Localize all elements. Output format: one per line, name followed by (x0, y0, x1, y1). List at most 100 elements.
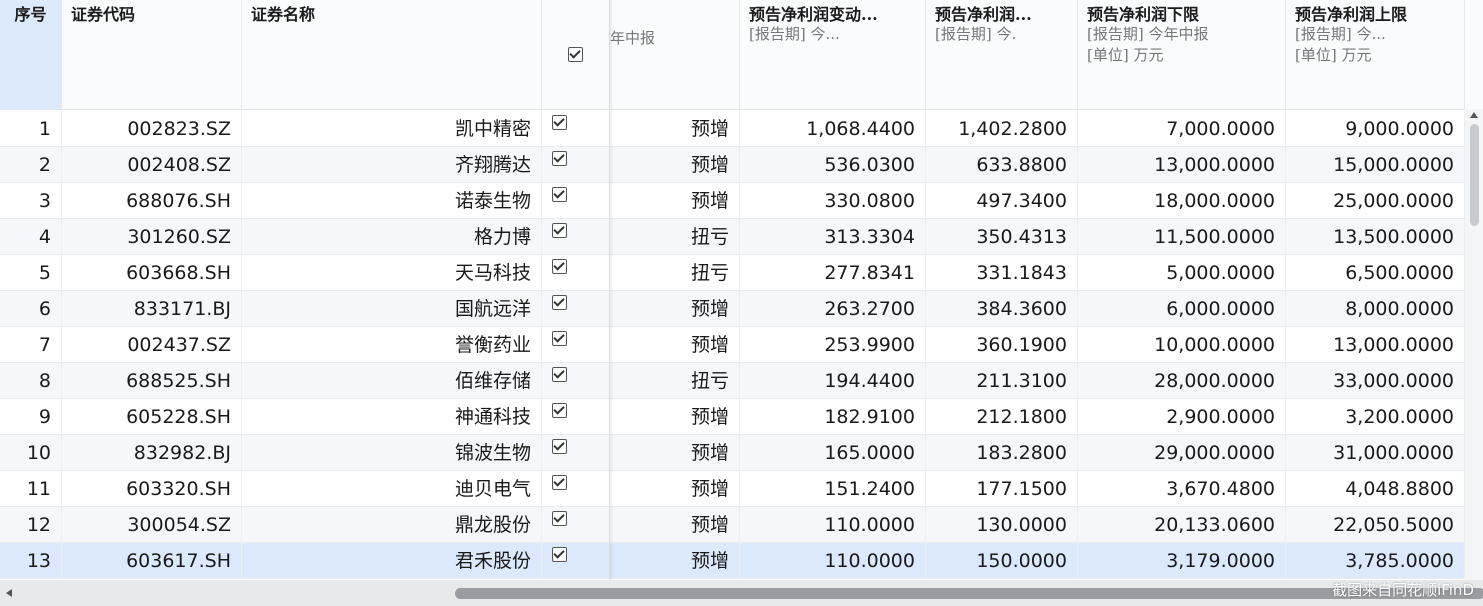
header-code[interactable]: 证券代码 (62, 0, 242, 109)
row-checkbox[interactable] (542, 399, 610, 434)
checkbox-checked-icon[interactable] (552, 367, 567, 382)
cell-net-profit-change: 110.0000 (740, 507, 926, 542)
cell-name: 天马科技 (242, 255, 542, 290)
cell-net-profit-upper: 31,000.0000 (1286, 435, 1465, 470)
checkbox-checked-icon[interactable] (552, 475, 567, 490)
cell-name: 格力博 (242, 219, 542, 254)
checkbox-checked-icon[interactable] (552, 511, 567, 526)
table-row[interactable]: 6 833171.BJ 国航远洋 预增 263.2700 384.3600 6,… (0, 291, 1465, 327)
header-forecast-type[interactable]: 年中报 (610, 0, 740, 109)
row-checkbox[interactable] (542, 471, 610, 506)
header-select-all-checkbox[interactable] (542, 0, 610, 109)
table-row[interactable]: 7 002437.SZ 誉衡药业 预增 253.9900 360.1900 10… (0, 327, 1465, 363)
checkbox-checked-icon[interactable] (552, 115, 567, 130)
cell-seq: 12 (0, 507, 62, 542)
cell-forecast-type: 预增 (610, 327, 740, 362)
table-row[interactable]: 5 603668.SH 天马科技 扭亏 277.8341 331.1843 5,… (0, 255, 1465, 291)
cell-name: 迪贝电气 (242, 471, 542, 506)
row-checkbox[interactable] (542, 219, 610, 254)
cell-net-profit-change: 277.8341 (740, 255, 926, 290)
scroll-left-arrow-icon[interactable] (6, 589, 12, 597)
cell-seq: 8 (0, 363, 62, 398)
cell-forecast-type: 扭亏 (610, 219, 740, 254)
cell-net-profit: 177.1500 (926, 471, 1078, 506)
checkbox-checked-icon[interactable] (552, 331, 567, 346)
horizontal-scroll-thumb[interactable] (455, 588, 1483, 599)
cell-net-profit: 384.3600 (926, 291, 1078, 326)
row-checkbox[interactable] (542, 147, 610, 182)
cell-net-profit-upper: 13,500.0000 (1286, 219, 1465, 254)
cell-net-profit: 331.1843 (926, 255, 1078, 290)
header-name[interactable]: 证券名称 (242, 0, 542, 109)
cell-forecast-type: 预增 (610, 291, 740, 326)
row-checkbox[interactable] (542, 255, 610, 290)
table-row[interactable]: 11 603320.SH 迪贝电气 预增 151.2400 177.1500 3… (0, 471, 1465, 507)
cell-code: 603617.SH (62, 543, 242, 578)
table-row[interactable]: 10 832982.BJ 锦波生物 预增 165.0000 183.2800 2… (0, 435, 1465, 471)
checkbox-checked-icon[interactable] (552, 439, 567, 454)
table-row[interactable]: 13 603617.SH 君禾股份 预增 110.0000 150.0000 3… (0, 543, 1465, 579)
cell-code: 832982.BJ (62, 435, 242, 470)
checkbox-checked-icon[interactable] (552, 223, 567, 238)
horizontal-scrollbar[interactable] (0, 580, 1483, 606)
cell-code: 688076.SH (62, 183, 242, 218)
cell-net-profit-lower: 13,000.0000 (1078, 147, 1286, 182)
cell-net-profit: 633.8800 (926, 147, 1078, 182)
table-row[interactable]: 4 301260.SZ 格力博 扭亏 313.3304 350.4313 11,… (0, 219, 1465, 255)
table-row[interactable]: 12 300054.SZ 鼎龙股份 预增 110.0000 130.0000 2… (0, 507, 1465, 543)
checkbox-checked-icon[interactable] (552, 259, 567, 274)
header-net-profit[interactable]: 预告净利润... [报告期] 今. (926, 0, 1078, 109)
cell-code: 300054.SZ (62, 507, 242, 542)
scroll-up-arrow-icon[interactable] (1470, 112, 1478, 118)
row-checkbox[interactable] (542, 111, 610, 146)
table-row[interactable]: 1 002823.SZ 凯中精密 预增 1,068.4400 1,402.280… (0, 111, 1465, 147)
cell-net-profit-lower: 6,000.0000 (1078, 291, 1286, 326)
cell-code: 688525.SH (62, 363, 242, 398)
vertical-scrollbar[interactable] (1465, 109, 1483, 580)
checkbox-checked-icon[interactable] (552, 151, 567, 166)
row-checkbox[interactable] (542, 507, 610, 542)
row-checkbox[interactable] (542, 291, 610, 326)
checkbox-checked-icon[interactable] (552, 187, 567, 202)
cell-seq: 9 (0, 399, 62, 434)
cell-forecast-type: 预增 (610, 183, 740, 218)
cell-net-profit-upper: 3,200.0000 (1286, 399, 1465, 434)
cell-net-profit: 1,402.2800 (926, 111, 1078, 146)
table-row[interactable]: 9 605228.SH 神通科技 预增 182.9100 212.1800 2,… (0, 399, 1465, 435)
cell-net-profit-lower: 11,500.0000 (1078, 219, 1286, 254)
checkbox-checked-icon[interactable] (568, 47, 583, 62)
row-checkbox[interactable] (542, 327, 610, 362)
cell-net-profit: 183.2800 (926, 435, 1078, 470)
cell-net-profit-upper: 8,000.0000 (1286, 291, 1465, 326)
cell-net-profit: 150.0000 (926, 543, 1078, 578)
cell-net-profit-change: 165.0000 (740, 435, 926, 470)
table-row[interactable]: 2 002408.SZ 齐翔腾达 预增 536.0300 633.8800 13… (0, 147, 1465, 183)
header-net-profit-lower[interactable]: 预告净利润下限 [报告期] 今年中报 [单位] 万元 (1078, 0, 1286, 109)
cell-code: 605228.SH (62, 399, 242, 434)
row-checkbox[interactable] (542, 183, 610, 218)
row-checkbox[interactable] (542, 435, 610, 470)
cell-name: 誉衡药业 (242, 327, 542, 362)
cell-forecast-type: 扭亏 (610, 255, 740, 290)
header-net-profit-change[interactable]: 预告净利润变动... [报告期] 今... (740, 0, 926, 109)
cell-net-profit-change: 182.9100 (740, 399, 926, 434)
cell-net-profit-lower: 10,000.0000 (1078, 327, 1286, 362)
row-checkbox[interactable] (542, 543, 610, 578)
checkbox-checked-icon[interactable] (552, 547, 567, 562)
vertical-scroll-thumb[interactable] (1470, 124, 1479, 226)
checkbox-checked-icon[interactable] (552, 295, 567, 310)
table-row[interactable]: 3 688076.SH 诺泰生物 预增 330.0800 497.3400 18… (0, 183, 1465, 219)
cell-net-profit-change: 194.4400 (740, 363, 926, 398)
cell-seq: 13 (0, 543, 62, 578)
cell-code: 002408.SZ (62, 147, 242, 182)
cell-net-profit-change: 151.2400 (740, 471, 926, 506)
cell-net-profit-lower: 20,133.0600 (1078, 507, 1286, 542)
cell-forecast-type: 预增 (610, 435, 740, 470)
cell-net-profit-upper: 33,000.0000 (1286, 363, 1465, 398)
table-row[interactable]: 8 688525.SH 佰维存储 扭亏 194.4400 211.3100 28… (0, 363, 1465, 399)
row-checkbox[interactable] (542, 363, 610, 398)
header-seq[interactable]: 序号 (0, 0, 62, 109)
data-grid: 序号 证券代码 证券名称 年中报 预告净利润变动... [报告期] 今... 预… (0, 0, 1483, 606)
checkbox-checked-icon[interactable] (552, 403, 567, 418)
header-net-profit-upper[interactable]: 预告净利润上限 [报告期] 今... [单位] 万元 (1286, 0, 1465, 109)
